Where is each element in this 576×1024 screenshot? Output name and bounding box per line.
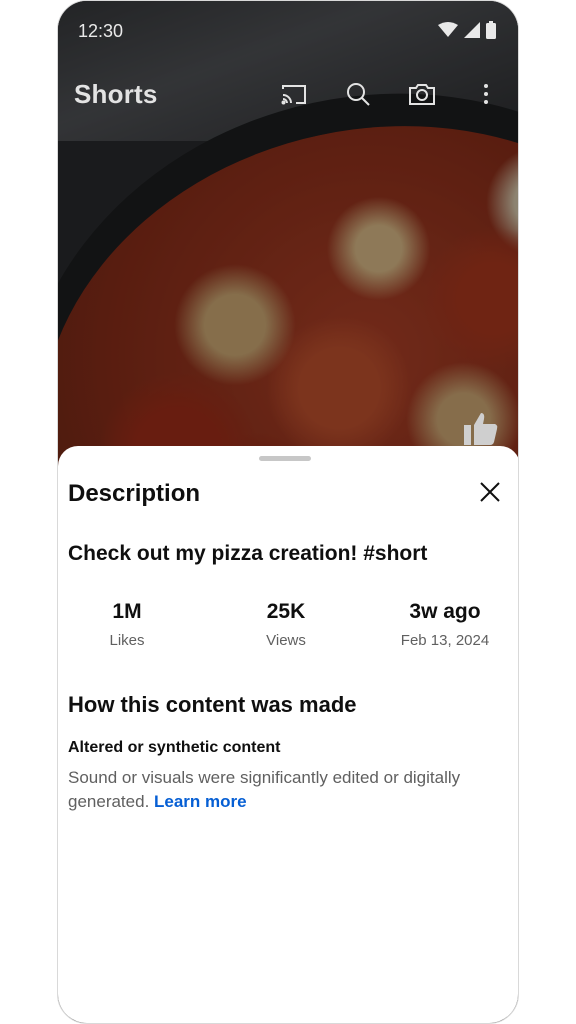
phone-frame: 12:30 Shorts Description Check out my pi…	[57, 0, 519, 1024]
short-video-background[interactable]	[58, 1, 518, 471]
stat-likes: 1M Likes	[88, 600, 166, 649]
close-icon[interactable]	[478, 480, 502, 504]
search-icon[interactable]	[344, 79, 372, 109]
stat-value: 25K	[266, 600, 306, 623]
signal-icon	[464, 22, 480, 43]
stat-label: Feb 13, 2024	[400, 632, 490, 649]
description-bottom-sheet: Description Check out my pizza creation!…	[58, 446, 518, 1023]
sheet-drag-handle[interactable]	[259, 456, 311, 461]
disclosure-text: Sound or visuals were significantly edit…	[68, 768, 461, 811]
more-vert-icon[interactable]	[472, 79, 500, 109]
learn-more-link[interactable]: Learn more	[154, 792, 247, 811]
disclosure-title: Altered or synthetic content	[68, 739, 281, 756]
wifi-icon	[438, 22, 458, 43]
cast-icon[interactable]	[280, 79, 308, 109]
video-dim-overlay	[58, 1, 518, 471]
like-icon[interactable]	[464, 411, 498, 450]
stat-upload-date: 3w ago Feb 13, 2024	[388, 600, 502, 649]
battery-icon	[486, 21, 496, 44]
sheet-title: Description	[68, 480, 201, 507]
top-app-bar-actions	[280, 79, 500, 109]
stat-label: Likes	[109, 632, 145, 649]
camera-icon[interactable]	[408, 79, 436, 109]
video-title: Check out my pizza creation! #short	[68, 542, 428, 565]
status-time: 12:30	[78, 21, 124, 41]
stat-views: 25K Views	[246, 600, 326, 649]
stat-value: 3w ago	[409, 600, 481, 623]
video-stats: 1M Likes 25K Views 3w ago Feb 13, 2024	[58, 600, 518, 660]
stat-label: Views	[266, 632, 306, 649]
content-disclosure-heading: How this content was made	[68, 692, 357, 717]
app-title: Shorts	[74, 79, 158, 109]
stat-value: 1M	[112, 600, 142, 623]
status-icons	[438, 21, 496, 44]
disclosure-body: Sound or visuals were significantly edit…	[68, 766, 508, 814]
